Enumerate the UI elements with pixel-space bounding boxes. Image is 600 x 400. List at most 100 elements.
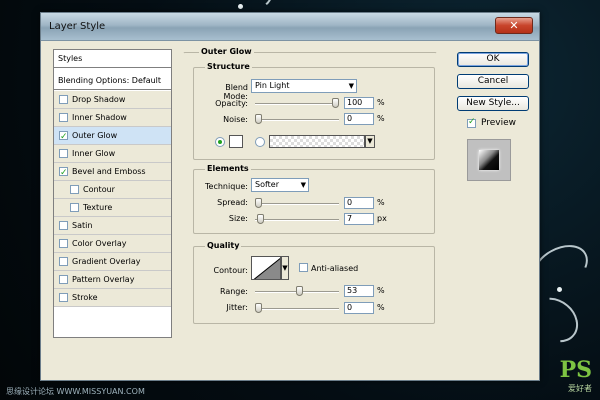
blend-mode-value: Pin Light bbox=[255, 81, 290, 90]
anti-aliased-checkbox[interactable] bbox=[299, 263, 308, 272]
style-item-label: Styles bbox=[58, 54, 83, 63]
glow-color-swatch[interactable] bbox=[229, 135, 243, 148]
opacity-slider-thumb[interactable] bbox=[332, 98, 339, 108]
range-slider-thumb[interactable] bbox=[295, 286, 303, 296]
spread-slider-thumb[interactable] bbox=[255, 198, 262, 208]
jitter-input[interactable]: 0 bbox=[344, 302, 374, 314]
jitter-slider-track[interactable] bbox=[255, 308, 339, 310]
noise-input[interactable]: 0 bbox=[344, 113, 374, 125]
spread-label: Spread: bbox=[217, 198, 248, 207]
technique-select[interactable]: Softer ▼ bbox=[251, 178, 309, 192]
chevron-down-icon: ▼ bbox=[300, 181, 306, 189]
range-unit: % bbox=[377, 286, 385, 295]
spread-slider-track[interactable] bbox=[255, 203, 339, 205]
cancel-button[interactable]: Cancel bbox=[457, 74, 529, 89]
style-item-contour[interactable]: Contour bbox=[54, 181, 171, 199]
jitter-label: Jitter: bbox=[226, 303, 248, 312]
chevron-down-icon: ▼ bbox=[282, 264, 288, 272]
chevron-down-icon: ▼ bbox=[367, 137, 373, 145]
contour-curve-icon bbox=[253, 257, 280, 279]
drop-shadow-checkbox[interactable] bbox=[59, 95, 68, 104]
style-item-styles[interactable]: Styles bbox=[54, 50, 171, 68]
style-item-label: Stroke bbox=[72, 293, 98, 302]
style-preview-thumbnail bbox=[467, 139, 511, 181]
contour-preview[interactable] bbox=[251, 256, 281, 280]
style-item-outer-glow[interactable]: Outer Glow bbox=[54, 127, 171, 146]
spread-input[interactable]: 0 bbox=[344, 197, 374, 209]
style-item-gradient-overlay[interactable]: Gradient Overlay bbox=[54, 253, 171, 271]
outer-glow-checkbox[interactable] bbox=[59, 129, 68, 146]
style-item-inner-glow[interactable]: Inner Glow bbox=[54, 145, 171, 163]
style-item-label: Pattern Overlay bbox=[72, 275, 135, 284]
dialog-titlebar[interactable]: Layer Style ✕ bbox=[41, 13, 539, 41]
style-item-label: Inner Glow bbox=[72, 149, 116, 158]
styles-list: Styles Blending Options: Default Drop Shad… bbox=[53, 49, 172, 338]
style-preview-swatch bbox=[479, 150, 499, 170]
site-watermark-left: 思缘设计论坛 WWW.MISSYUAN.COM bbox=[6, 387, 145, 396]
style-item-label: Satin bbox=[72, 221, 93, 230]
style-item-drop-shadow[interactable]: Drop Shadow bbox=[54, 91, 171, 109]
technique-label: Technique: bbox=[205, 182, 248, 191]
jitter-slider-thumb[interactable] bbox=[255, 303, 262, 313]
chevron-down-icon: ▼ bbox=[348, 82, 354, 90]
style-item-bevel-and-emboss[interactable]: Bevel and Emboss bbox=[54, 163, 171, 182]
new-style-button[interactable]: New Style... bbox=[457, 96, 529, 111]
style-item-label: Drop Shadow bbox=[72, 95, 126, 104]
jitter-unit: % bbox=[377, 303, 385, 312]
structure-title: Structure bbox=[205, 62, 252, 71]
preview-label: Preview bbox=[481, 118, 517, 128]
contour-checkbox[interactable] bbox=[70, 185, 79, 194]
texture-checkbox[interactable] bbox=[70, 203, 79, 212]
elements-title: Elements bbox=[205, 164, 251, 173]
range-input[interactable]: 53 bbox=[344, 285, 374, 297]
glow-gradient-swatch[interactable] bbox=[269, 135, 365, 148]
style-item-satin[interactable]: Satin bbox=[54, 217, 171, 235]
opacity-slider-track[interactable] bbox=[255, 103, 339, 105]
style-item-blending-options-default[interactable]: Blending Options: Default bbox=[54, 72, 171, 90]
preview-checkbox[interactable] bbox=[467, 117, 476, 128]
quality-group bbox=[193, 246, 435, 324]
spread-unit: % bbox=[377, 198, 385, 207]
style-item-label: Bevel and Emboss bbox=[72, 167, 146, 176]
inner-glow-checkbox[interactable] bbox=[59, 149, 68, 158]
outer-glow-title: Outer Glow bbox=[199, 47, 254, 56]
noise-unit: % bbox=[377, 114, 385, 123]
ok-button[interactable]: OK bbox=[457, 52, 529, 67]
size-input[interactable]: 7 bbox=[344, 213, 374, 225]
quality-title: Quality bbox=[205, 241, 242, 250]
satin-checkbox[interactable] bbox=[59, 221, 68, 230]
solid-color-radio[interactable] bbox=[215, 137, 225, 147]
ps-logo-subtext: 爱好者 bbox=[568, 384, 592, 393]
opacity-label: Opacity: bbox=[215, 99, 248, 108]
style-item-pattern-overlay[interactable]: Pattern Overlay bbox=[54, 271, 171, 289]
stroke-checkbox[interactable] bbox=[59, 293, 68, 302]
noise-label: Noise: bbox=[223, 115, 248, 124]
pattern-overlay-checkbox[interactable] bbox=[59, 275, 68, 284]
gradient-radio[interactable] bbox=[255, 137, 265, 147]
style-item-label: Contour bbox=[83, 185, 115, 194]
noise-slider-thumb[interactable] bbox=[255, 114, 262, 124]
anti-aliased-label: Anti-aliased bbox=[311, 264, 359, 273]
blend-mode-select[interactable]: Pin Light ▼ bbox=[251, 79, 357, 93]
bevel-and-emboss-checkbox[interactable] bbox=[59, 165, 68, 182]
style-item-texture[interactable]: Texture bbox=[54, 199, 171, 217]
style-item-color-overlay[interactable]: Color Overlay bbox=[54, 235, 171, 253]
opacity-input[interactable]: 100 bbox=[344, 97, 374, 109]
size-slider-track[interactable] bbox=[255, 219, 339, 221]
dialog-body: Styles Blending Options: Default Drop Shad… bbox=[41, 41, 539, 380]
contour-picker-button[interactable]: ▼ bbox=[281, 256, 289, 280]
color-overlay-checkbox[interactable] bbox=[59, 239, 68, 248]
background-sparkle bbox=[557, 287, 562, 292]
style-item-stroke[interactable]: Stroke bbox=[54, 289, 171, 307]
style-item-label: Blending Options: Default bbox=[58, 76, 162, 85]
noise-slider-track[interactable] bbox=[255, 119, 339, 121]
ps-logo-text: PS bbox=[559, 357, 592, 383]
dialog-title: Layer Style bbox=[49, 21, 106, 32]
layer-style-dialog: Layer Style ✕ Styles Blending Options: De… bbox=[40, 12, 540, 381]
gradient-picker-button[interactable]: ▼ bbox=[365, 135, 375, 148]
close-button[interactable]: ✕ bbox=[495, 17, 533, 34]
style-item-inner-shadow[interactable]: Inner Shadow bbox=[54, 109, 171, 127]
gradient-overlay-checkbox[interactable] bbox=[59, 257, 68, 266]
size-slider-thumb[interactable] bbox=[257, 214, 265, 224]
inner-shadow-checkbox[interactable] bbox=[59, 113, 68, 122]
